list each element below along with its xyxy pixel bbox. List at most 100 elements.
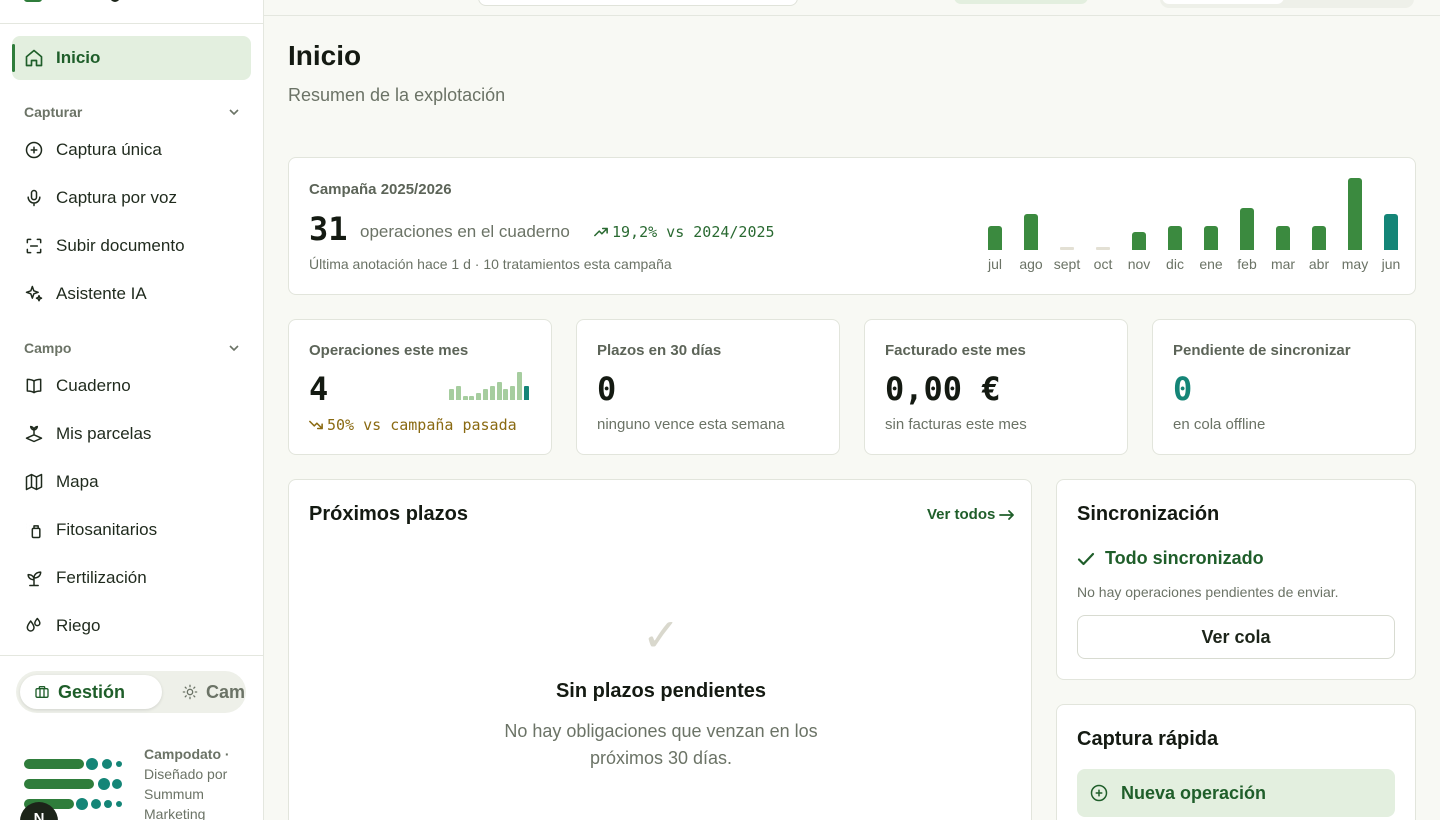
monthly-operations-chart: jul ago sept oct nov dic ene feb mar abr may jun	[977, 176, 1400, 276]
stat-card-deadlines: Plazos en 30 días 0 ninguno vence esta s…	[576, 319, 840, 455]
chart-column: ago	[1013, 176, 1049, 276]
sync-note: No hay operaciones pendientes de enviar.	[1077, 584, 1339, 600]
sparkles-icon	[24, 284, 44, 304]
quick-capture-card: Captura rápida Nueva operación	[1056, 704, 1416, 820]
sidebar-item-ai-assistant[interactable]: Asistente IA	[12, 272, 251, 316]
sync-status: Todo sincronizado	[1077, 548, 1264, 569]
sun-icon	[182, 684, 198, 700]
chart-bar	[1204, 226, 1218, 250]
spray-bottle-icon	[24, 520, 44, 540]
stat-note: ninguno vence esta semana	[597, 416, 785, 433]
new-operation-label: Nueva operación	[1121, 782, 1267, 803]
sparkline-bar	[449, 389, 454, 400]
campaign-card: Campaña 2025/2026 31 operaciones en el c…	[288, 157, 1416, 295]
chart-column: nov	[1121, 176, 1157, 276]
empty-state-title: Sin plazos pendientes	[555, 680, 767, 702]
sidebar-item-label: Mapa	[56, 472, 99, 491]
operations-sparkline	[449, 370, 533, 400]
sparkline-bar	[462, 396, 468, 400]
sparkline-bar	[510, 386, 516, 400]
sidebar-item-voice-capture[interactable]: Captura por voz	[12, 176, 251, 220]
sidebar-item-home[interactable]: Inicio	[12, 36, 251, 80]
sparkline-bar	[489, 386, 495, 400]
sidebar-item-label: Captura única	[56, 140, 162, 159]
deadlines-title: Próximos plazos	[309, 503, 468, 525]
sparkline-bar	[503, 389, 509, 400]
scan-icon	[24, 236, 44, 256]
chart-tick-label: may	[1341, 256, 1369, 272]
droplets-icon	[24, 616, 44, 636]
sidebar-item-label: Fertilización	[56, 568, 147, 587]
stat-value: 4	[309, 370, 329, 408]
view-switch[interactable]	[1160, 0, 1414, 8]
mode-management-button[interactable]: Gestión	[20, 675, 162, 709]
chart-tick-label: abr	[1308, 256, 1330, 272]
sidebar-item-single-capture[interactable]: Captura única	[12, 128, 251, 172]
chart-bar	[1132, 232, 1146, 250]
sparkline-bar	[476, 393, 482, 400]
chart-tick-label: mar	[1270, 256, 1296, 272]
sidebar-item-label: Inicio	[56, 48, 101, 67]
page-subtitle: Resumen de la explotación	[288, 85, 506, 105]
section-capture[interactable]: Capturar	[24, 102, 240, 122]
section-field[interactable]: Campo	[24, 338, 240, 358]
mode-field-button[interactable]: Campo	[168, 675, 246, 709]
chart-bar	[1168, 226, 1182, 250]
view-all-link[interactable]: Ver todos	[927, 506, 1015, 523]
sync-title: Sincronización	[1077, 503, 1220, 525]
sidebar-item-label: Captura por voz	[56, 188, 177, 207]
sidebar-item-map[interactable]: Mapa	[12, 460, 251, 504]
campaign-label: Campaña 2025/2026	[309, 181, 452, 198]
chart-tick-label: feb	[1237, 256, 1257, 272]
sidebar-item-notebook[interactable]: Cuaderno	[12, 364, 251, 408]
sync-card: Sincronización Todo sincronizado No hay …	[1056, 479, 1416, 680]
status-pill[interactable]	[954, 0, 1088, 4]
stat-trend: 50% vs campaña pasada	[309, 416, 517, 434]
view-all-label: Ver todos	[927, 506, 996, 523]
app-logo-icon	[24, 0, 42, 2]
sparkline-bar	[496, 382, 502, 400]
chart-column: sept	[1049, 176, 1085, 276]
chart-column: may	[1337, 176, 1373, 276]
chart-column: abr	[1301, 176, 1337, 276]
sidebar-item-irrigation[interactable]: Riego	[12, 604, 251, 648]
avatar-initial: N	[33, 810, 45, 820]
section-capture-label: Capturar	[24, 104, 83, 120]
trending-up-icon	[594, 227, 608, 237]
view-queue-button[interactable]: Ver cola	[1077, 615, 1395, 659]
plus-circle-icon	[1090, 784, 1108, 802]
arrow-right-icon	[999, 509, 1015, 520]
sidebar-item-upload-document[interactable]: Subir documento	[12, 224, 251, 268]
search-input[interactable]	[478, 0, 798, 6]
chart-bar	[1240, 208, 1254, 250]
sidebar-item-label: Fitosanitarios	[56, 520, 158, 539]
campaign-trend: 19,2% vs 2024/2025	[594, 223, 775, 241]
sidebar-item-fertilization[interactable]: Fertilización	[12, 556, 251, 600]
microphone-icon	[24, 188, 44, 208]
chart-column: jun	[1373, 176, 1409, 276]
sparkline-bar	[483, 389, 488, 400]
chart-column: feb	[1229, 176, 1265, 276]
chart-tick-label: jul	[987, 256, 1002, 272]
home-icon	[24, 48, 44, 68]
stat-label: Plazos en 30 días	[597, 342, 722, 359]
new-operation-button[interactable]: Nueva operación	[1077, 769, 1395, 817]
stat-note: sin facturas este mes	[885, 416, 1027, 433]
sidebar-divider	[0, 655, 263, 656]
sidebar-item-label: Asistente IA	[56, 284, 147, 303]
quick-capture-title: Captura rápida	[1077, 728, 1219, 750]
sidebar-item-phytosanitary[interactable]: Fitosanitarios	[12, 508, 251, 552]
chart-bar	[988, 226, 1002, 250]
campaign-count: 31	[309, 210, 348, 248]
plus-circle-icon	[24, 140, 44, 160]
app-logo-mark	[110, 0, 120, 2]
stat-trend-value: 50% vs campaña pasada	[327, 416, 517, 434]
section-field-label: Campo	[24, 340, 72, 356]
sprout-layers-icon	[24, 424, 44, 444]
mode-toggle: Gestión Campo	[16, 671, 246, 713]
chart-tick-label: sept	[1053, 256, 1081, 272]
sidebar-item-parcels[interactable]: Mis parcelas	[12, 412, 251, 456]
map-icon	[24, 472, 44, 492]
chart-column: dic	[1157, 176, 1193, 276]
chart-tick-label: dic	[1166, 256, 1184, 272]
